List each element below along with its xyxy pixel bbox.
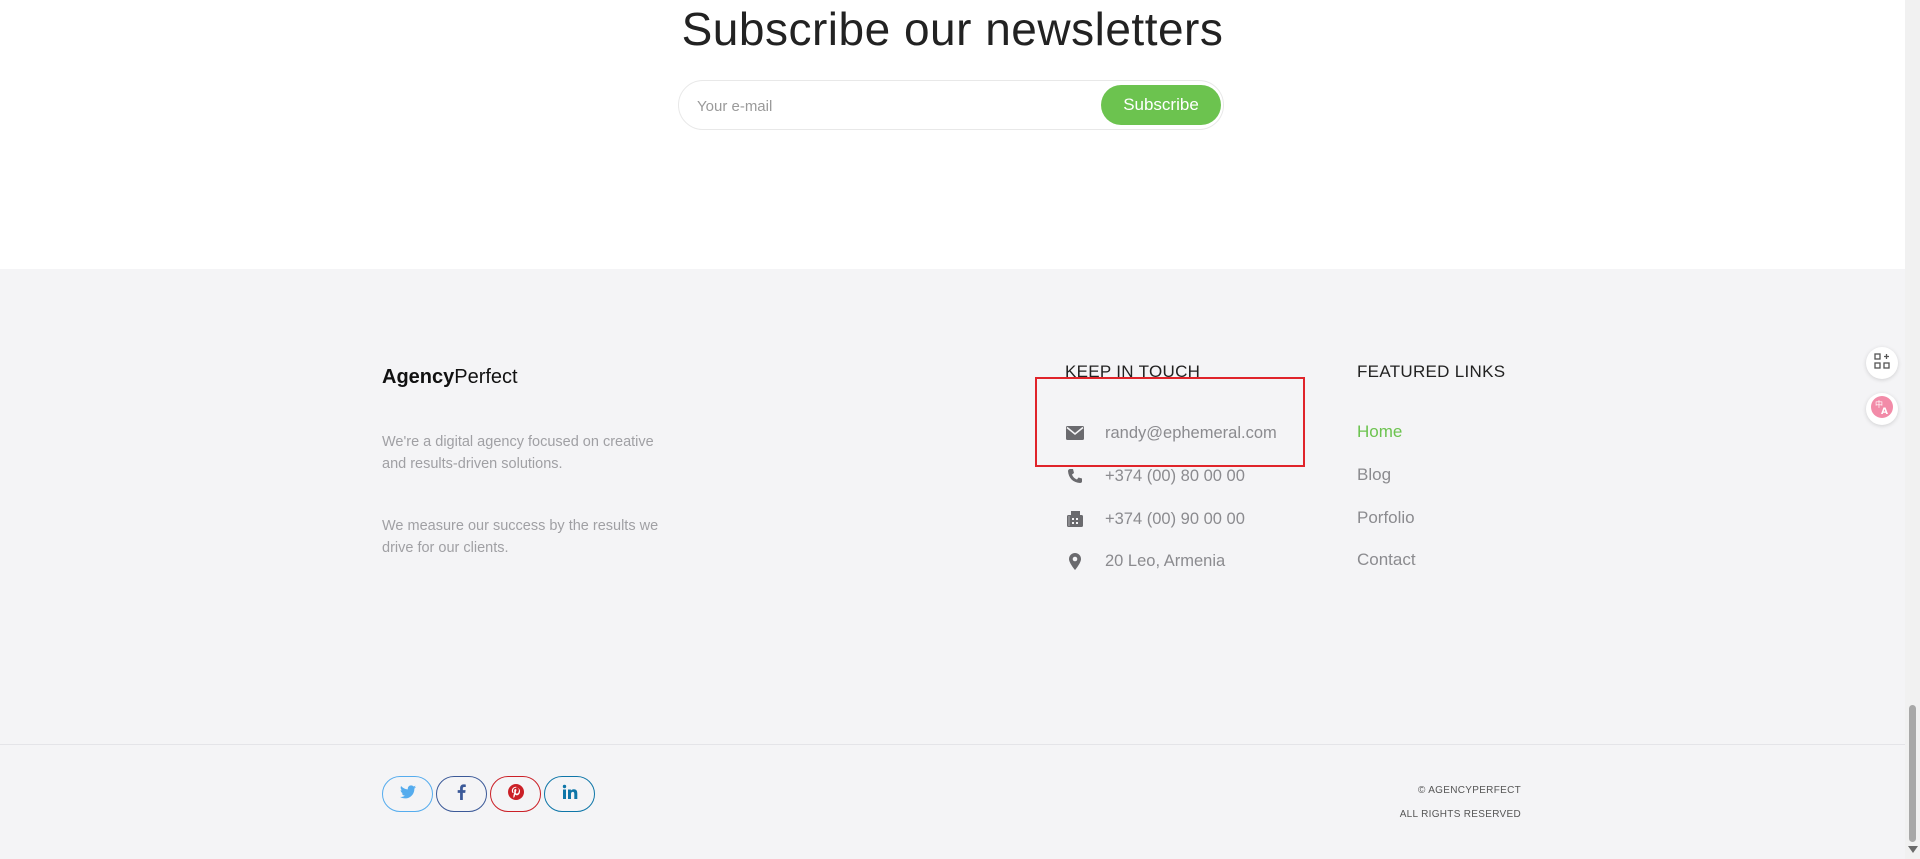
email-input[interactable] [697,93,1097,119]
facebook-icon [457,783,466,805]
contact-email[interactable]: randy@ephemeral.com [1065,421,1277,445]
newsletter-title: Subscribe our newsletters [681,3,1224,55]
contact-address[interactable]: 20 Leo, Armenia [1065,549,1225,573]
svg-text:A: A [1881,407,1888,417]
vertical-scrollbar[interactable] [1905,0,1920,859]
fax-icon [1065,509,1085,529]
footer-description-1: We're a digital agency focused on creati… [382,434,654,472]
twitter-icon [399,784,416,804]
footer-brand-logo[interactable]: AgencyPerfect [382,366,518,389]
location-pin-icon [1065,551,1085,571]
brand-bold: Agency [382,366,455,388]
twitter-button[interactable] [382,776,433,812]
footer: AgencyPerfect We're a digital agency foc… [0,269,1905,859]
linkedin-button[interactable] [544,776,595,812]
phone-icon [1065,466,1085,486]
add-app-widget[interactable] [1866,347,1898,379]
facebook-button[interactable] [436,776,487,812]
pinterest-icon [507,783,525,806]
footer-link-contact[interactable]: Contact [1357,550,1416,570]
linkedin-icon [562,784,578,805]
footer-link-blog[interactable]: Blog [1357,465,1391,485]
scroll-down-arrow-icon[interactable] [1908,846,1918,853]
add-app-icon [1874,352,1890,374]
contact-address-text: 20 Leo, Armenia [1105,551,1226,570]
newsletter-form: Subscribe [678,80,1224,130]
brand-light: Perfect [454,366,518,388]
contact-fax[interactable]: +374 (00) 90 00 00 [1065,507,1245,531]
subscribe-button[interactable]: Subscribe [1101,85,1221,125]
keep-in-touch-title: KEEP IN TOUCH [1065,362,1201,381]
envelope-icon [1065,423,1085,443]
footer-divider [0,744,1905,745]
copyright-line-1: © AGENCYPERFECT [1418,785,1521,796]
footer-link-portfolio[interactable]: Porfolio [1357,508,1415,528]
featured-links-title: FEATURED LINKS [1357,362,1506,381]
contact-phone-text: +374 (00) 80 00 00 [1105,466,1245,485]
translate-icon: 中A [1870,395,1894,424]
contact-phone[interactable]: +374 (00) 80 00 00 [1065,464,1245,488]
copyright-line-2: ALL RIGHTS RESERVED [1399,809,1521,820]
newsletter-section: Subscribe our newsletters Subscribe [0,0,1905,269]
contact-email-text: randy@ephemeral.com [1105,423,1277,442]
scrollbar-thumb[interactable] [1909,705,1916,842]
contact-fax-text: +374 (00) 90 00 00 [1105,509,1245,528]
footer-description-2: We measure our success by the results we… [382,518,659,556]
footer-link-home[interactable]: Home [1357,422,1402,442]
pinterest-button[interactable] [490,776,541,812]
translate-widget[interactable]: 中A [1866,393,1898,425]
